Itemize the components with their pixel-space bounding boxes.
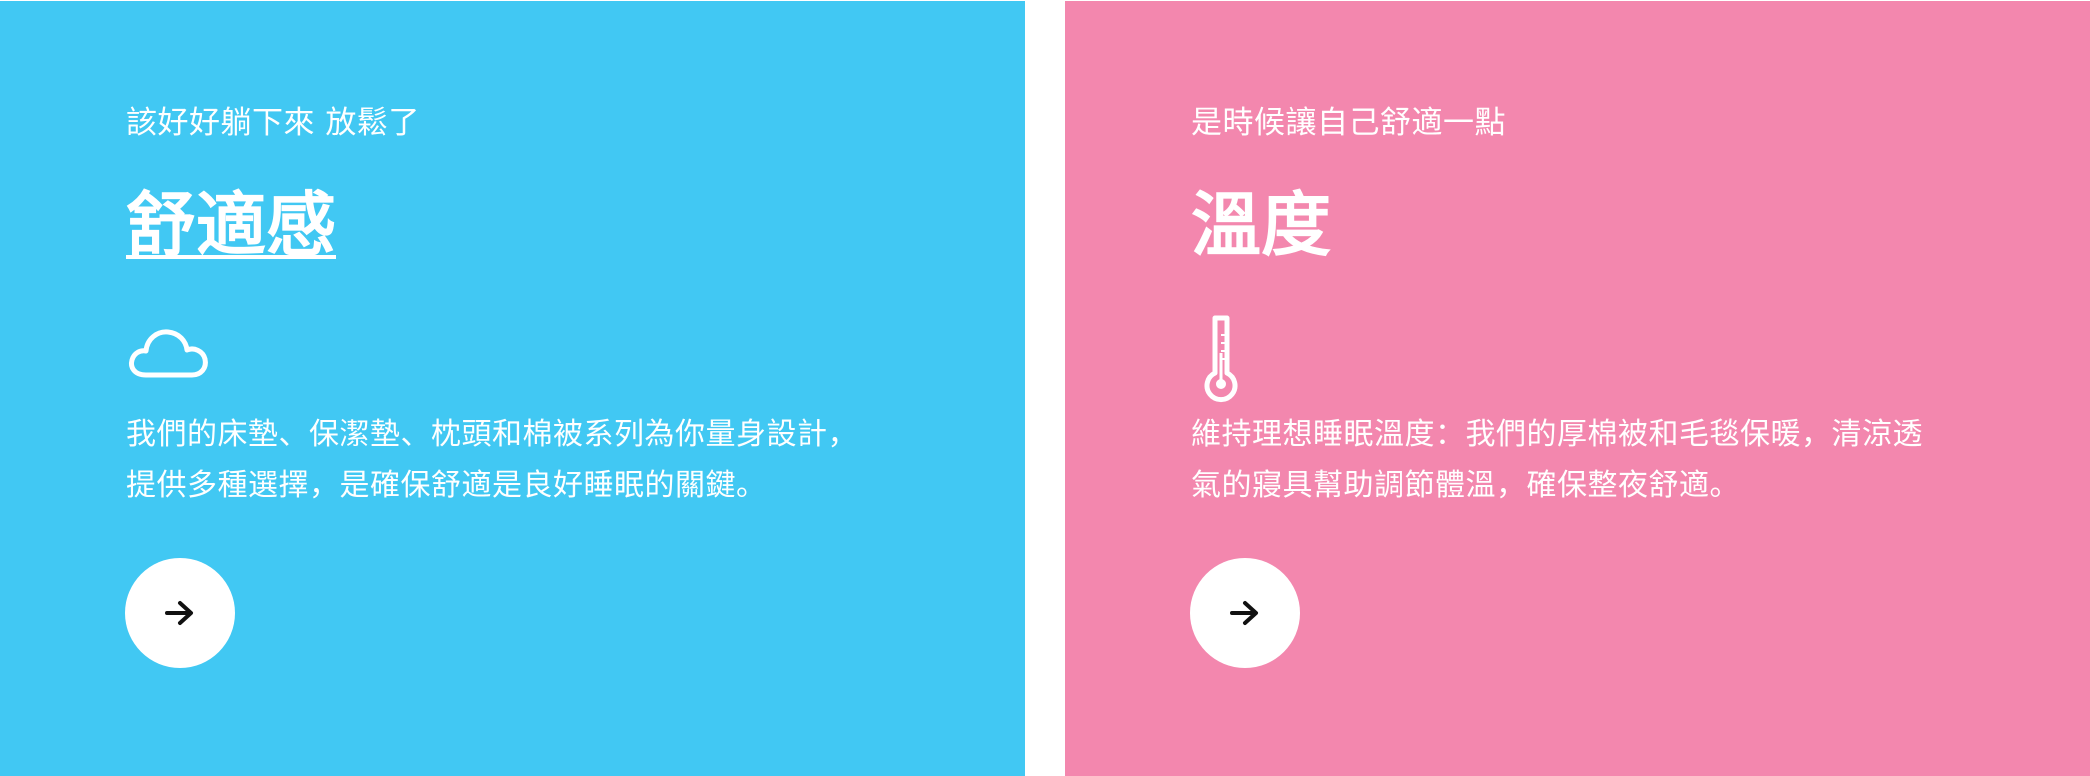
comfort-card-content: 該好好躺下來 放鬆了 舒適感 我們的床墊、保潔墊、枕頭和棉被系列為你量身設計， … (125, 1, 1025, 776)
comfort-eyebrow: 該好好躺下來 放鬆了 (126, 105, 420, 141)
temperature-next-button[interactable] (1190, 558, 1300, 668)
temperature-title: 溫度 (1191, 184, 1331, 266)
cloud-icon (126, 323, 210, 383)
temperature-card-content: 是時候讓自己舒適一點 溫度 維持理想睡眠溫度：我們的厚棉被和毛毯保暖，清涼透 氣… (1190, 1, 2090, 776)
temperature-description-line: 氣的寢具幫助調節體溫，確保整夜舒適。 (1191, 468, 1740, 503)
page: 該好好躺下來 放鬆了 舒適感 我們的床墊、保潔墊、枕頭和棉被系列為你量身設計， … (0, 0, 2090, 776)
comfort-description: 我們的床墊、保潔墊、枕頭和棉被系列為你量身設計， 提供多種選擇，是確保舒適是良好… (126, 409, 1006, 511)
comfort-description-line: 我們的床墊、保潔墊、枕頭和棉被系列為你量身設計， (126, 417, 858, 452)
comfort-description-line: 提供多種選擇，是確保舒適是良好睡眠的關鍵。 (126, 468, 767, 503)
arrow-right-icon (165, 601, 193, 625)
temperature-eyebrow: 是時候讓自己舒適一點 (1191, 105, 1506, 141)
arrow-right-icon (1230, 601, 1258, 625)
comfort-next-button[interactable] (125, 558, 235, 668)
temperature-description: 維持理想睡眠溫度：我們的厚棉被和毛毯保暖，清涼透 氣的寢具幫助調節體溫，確保整夜… (1191, 409, 2071, 511)
comfort-card: 該好好躺下來 放鬆了 舒適感 我們的床墊、保潔墊、枕頭和棉被系列為你量身設計， … (0, 1, 1025, 776)
temperature-card: 是時候讓自己舒適一點 溫度 維持理想睡眠溫度：我們的厚棉被和毛毯保暖，清涼透 氣… (1065, 1, 2090, 776)
temperature-description-line: 維持理想睡眠溫度：我們的厚棉被和毛毯保暖，清涼透 (1191, 417, 1923, 452)
comfort-title-link[interactable]: 舒適感 (126, 185, 336, 265)
thermometer-icon (1191, 313, 1251, 403)
